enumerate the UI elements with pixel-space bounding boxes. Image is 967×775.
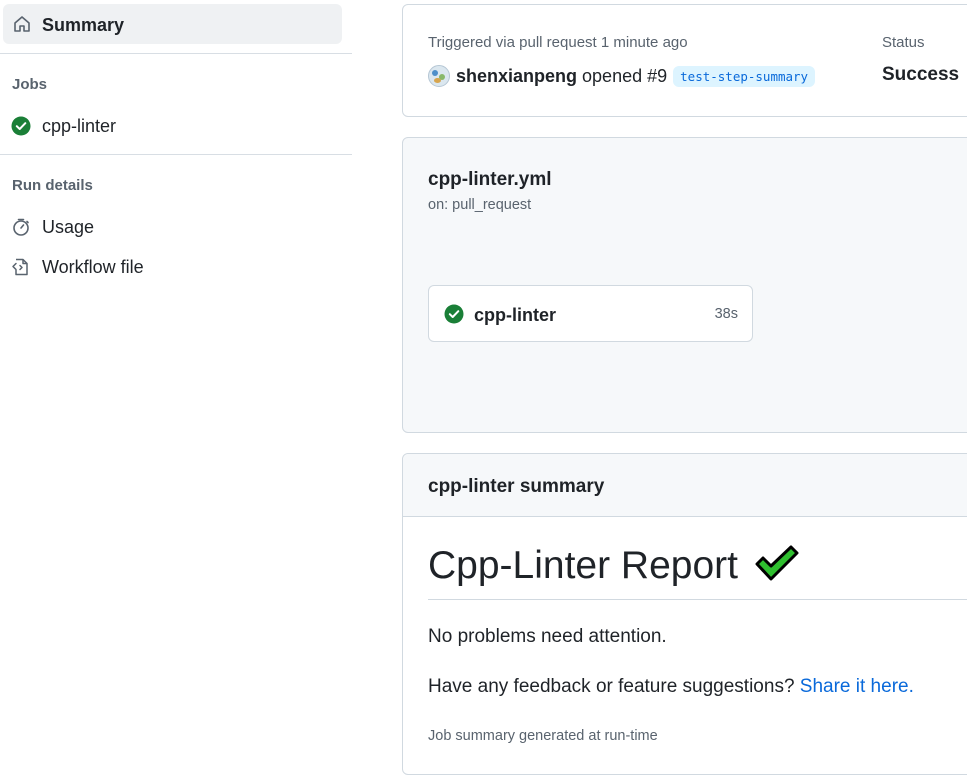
job-summary-card: cpp-linter summary Cpp-Linter Report No … (402, 453, 967, 775)
divider (428, 599, 967, 600)
sidebar: Summary Jobs cpp-linter Run details Usag… (0, 0, 352, 753)
sidebar-item-summary-label: Summary (42, 15, 125, 35)
status-value: Success (882, 64, 960, 85)
sidebar-item-summary[interactable]: Summary (3, 4, 342, 44)
actor-row: shenxianpeng opened #9 test-step-summary (428, 63, 816, 89)
job-duration: 38s (714, 306, 738, 322)
sidebar-item-label: Workflow file (42, 257, 144, 277)
job-node-cpp-linter[interactable]: cpp-linter 38s (428, 285, 753, 342)
avatar[interactable] (428, 65, 450, 87)
workflow-graph-card: cpp-linter.yml on: pull_request cpp-lint… (402, 137, 967, 433)
sidebar-item-cpp-linter[interactable]: cpp-linter (0, 110, 352, 142)
check-circle-icon (11, 116, 31, 141)
sidebar-item-label: cpp-linter (42, 116, 117, 136)
feedback-text: Have any feedback or feature suggestions… (428, 676, 795, 697)
actor-link[interactable]: shenxianpeng (456, 66, 577, 87)
workflow-trigger: on: pull_request (428, 197, 532, 213)
run-details-heading: Run details (12, 177, 93, 194)
branch-badge[interactable]: test-step-summary (673, 65, 816, 87)
feedback-paragraph: Have any feedback or feature suggestions… (428, 676, 914, 698)
summary-header: cpp-linter summary (403, 454, 967, 517)
no-problems-text: No problems need attention. (428, 626, 667, 647)
sidebar-item-workflow-file[interactable]: Workflow file (0, 251, 352, 283)
summary-title: cpp-linter summary (428, 476, 605, 497)
run-info-card: Triggered via pull request 1 minute ago … (402, 4, 967, 117)
report-title: Cpp-Linter Report (428, 544, 738, 587)
sidebar-item-label: Usage (42, 217, 95, 237)
workflow-file-name: cpp-linter.yml (428, 169, 552, 190)
divider (0, 154, 352, 155)
report-heading: Cpp-Linter Report (428, 540, 800, 592)
sidebar-item-usage[interactable]: Usage (0, 211, 352, 243)
pr-link[interactable]: #9 (647, 66, 667, 87)
status-label: Status (882, 34, 925, 51)
stopwatch-icon (11, 217, 31, 242)
heavy-check-mark-icon (754, 544, 800, 592)
jobs-heading: Jobs (12, 76, 48, 93)
summary-footer-note: Job summary generated at run-time (428, 728, 658, 744)
file-code-icon (11, 257, 31, 282)
check-circle-icon (444, 304, 464, 329)
divider (0, 53, 352, 54)
action-text: opened (582, 65, 643, 86)
job-name: cpp-linter (474, 305, 557, 325)
triggered-text: Triggered via pull request 1 minute ago (428, 34, 688, 51)
home-icon (12, 14, 32, 39)
share-feedback-link[interactable]: Share it here. (800, 676, 914, 697)
